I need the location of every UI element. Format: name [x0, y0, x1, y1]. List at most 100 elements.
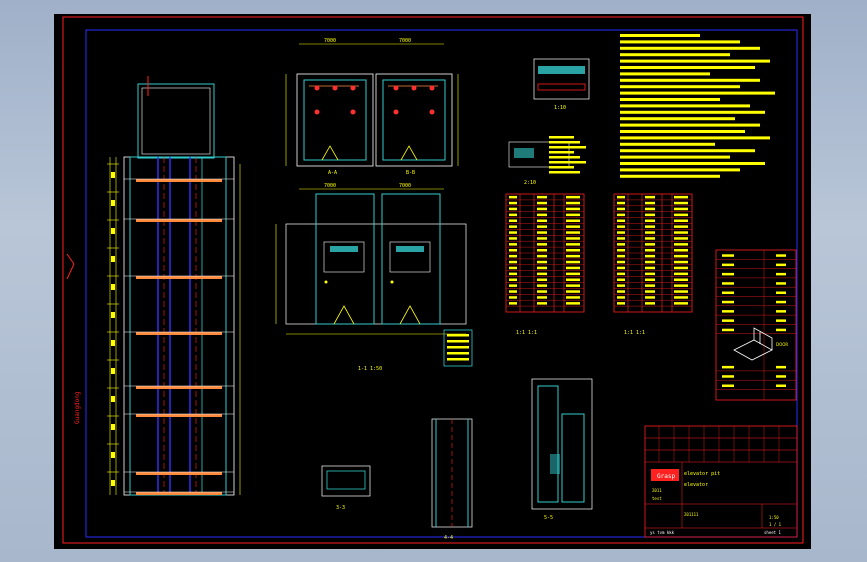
dim-text-mark: [111, 340, 115, 346]
door-schedule: DOOR: [715, 249, 797, 401]
note-text-mark: [620, 142, 715, 146]
table-cell-mark: [537, 219, 547, 222]
table-cell-mark: [566, 278, 580, 281]
detail-note-mark: [549, 171, 580, 174]
table-cell-mark: [566, 302, 580, 305]
schedule-cell-mark: [722, 291, 734, 294]
table-cell-mark: [617, 296, 625, 299]
floor-slab: [136, 332, 222, 335]
right-bottom-section: 5-5: [531, 378, 593, 521]
table-cell-mark: [537, 254, 547, 258]
floor-slab: [136, 386, 222, 389]
note-text-mark: [620, 59, 770, 63]
schedule-cell-mark: [722, 300, 734, 304]
table-cell-mark: [617, 195, 625, 199]
table-cell-mark: [674, 195, 688, 199]
note-text-mark: [620, 117, 735, 121]
detail-note-mark: [549, 166, 574, 169]
table-cell-mark: [566, 243, 580, 246]
table-cell-mark: [509, 213, 517, 217]
mid-plan-pair: 7000 7000 1-1 1:50: [275, 183, 473, 372]
note-text-mark: [620, 123, 760, 127]
table-cell-mark: [617, 201, 625, 205]
note-text-mark: [620, 162, 765, 165]
table-cell-mark: [537, 243, 547, 246]
table-cell-mark: [537, 195, 547, 199]
dim-text-mark: [111, 312, 115, 318]
schedule-cell-mark: [722, 384, 734, 387]
table-cell-mark: [645, 219, 655, 222]
table-cell-mark: [566, 201, 580, 205]
table-cell-mark: [509, 207, 517, 211]
dim-text-mark: [111, 172, 115, 178]
table-cell-mark: [537, 284, 547, 287]
table-cell-mark: [645, 272, 655, 276]
table-cell-mark: [537, 201, 547, 205]
table-cell-mark: [509, 296, 517, 299]
top-plan-dim-2: 7000: [399, 38, 411, 44]
table-cell-mark: [509, 195, 517, 199]
table-cell-mark: [645, 207, 655, 211]
table-cell-mark: [537, 225, 547, 228]
table-cell-mark: [674, 302, 688, 305]
table-cell-mark: [537, 231, 547, 234]
floor-slab: [136, 179, 222, 182]
plan-a-caption: A-A: [328, 170, 337, 176]
table-cell-mark: [617, 207, 625, 211]
plan-b-caption: B-B: [406, 170, 415, 176]
table-cell-mark: [674, 290, 688, 293]
note-text-mark: [620, 155, 730, 159]
dim-text-mark: [111, 480, 115, 486]
table-cell-mark: [674, 254, 688, 258]
table-cell-mark: [617, 278, 625, 281]
table-cell-mark: [674, 278, 688, 281]
schedule-cell-mark: [722, 272, 734, 276]
mid-bottom-section: 4-4: [431, 418, 473, 541]
note-text-mark: [620, 46, 760, 50]
table-cell-mark: [537, 272, 547, 276]
schedule-cell-mark: [776, 319, 786, 322]
legend-text-mark: [447, 358, 469, 361]
dim-text-mark: [111, 368, 115, 374]
detail-note-mark: [549, 146, 586, 149]
legend-text-mark: [447, 352, 469, 355]
table-cell-mark: [645, 237, 655, 240]
note-text-mark: [620, 104, 750, 108]
table-cell-mark: [537, 290, 547, 293]
table-cell-mark: [674, 237, 688, 240]
table-cell-mark: [674, 243, 688, 246]
title-project: elevator pit: [684, 471, 720, 477]
table-cell-mark: [509, 302, 517, 305]
table-cell-mark: [674, 266, 688, 270]
table-cell-mark: [566, 284, 580, 287]
top-detail: 1:10 2:10: [508, 58, 590, 186]
title-designer: 2011: [652, 488, 662, 493]
title-scale: 1:50: [769, 515, 779, 520]
schedule-cell-mark: [776, 263, 786, 267]
table-cell-mark: [509, 284, 517, 287]
table-cell-mark: [537, 266, 547, 270]
note-text-mark: [620, 130, 745, 133]
table-cell-mark: [537, 260, 547, 264]
svg-text:DOOR: DOOR: [776, 342, 788, 347]
detail-note-mark: [549, 151, 574, 154]
schedule-cell-mark: [776, 384, 786, 387]
title-date: 201111: [684, 512, 699, 517]
table-cell-mark: [566, 272, 580, 276]
detail-note-mark: [549, 156, 580, 159]
note-text-mark: [620, 66, 755, 69]
table-cell-mark: [509, 272, 517, 276]
cad-viewport[interactable]: Guangdong 7000 7000 A-A B-B 7000 7000 1-…: [54, 14, 811, 549]
table-cell-mark: [566, 213, 580, 217]
table-cell-mark: [566, 290, 580, 293]
mid-section-caption: 4-4: [444, 535, 453, 541]
table-cell-mark: [617, 284, 625, 287]
table-cell-mark: [645, 290, 655, 293]
left-vertical-label: Guangdong: [74, 391, 81, 424]
table-cell-mark: [645, 254, 655, 258]
table-cell-mark: [509, 231, 517, 234]
schedule-cell-mark: [776, 272, 786, 276]
legend-text-mark: [447, 346, 469, 349]
note-text-mark: [620, 110, 765, 114]
schedule-cell-mark: [722, 365, 734, 369]
